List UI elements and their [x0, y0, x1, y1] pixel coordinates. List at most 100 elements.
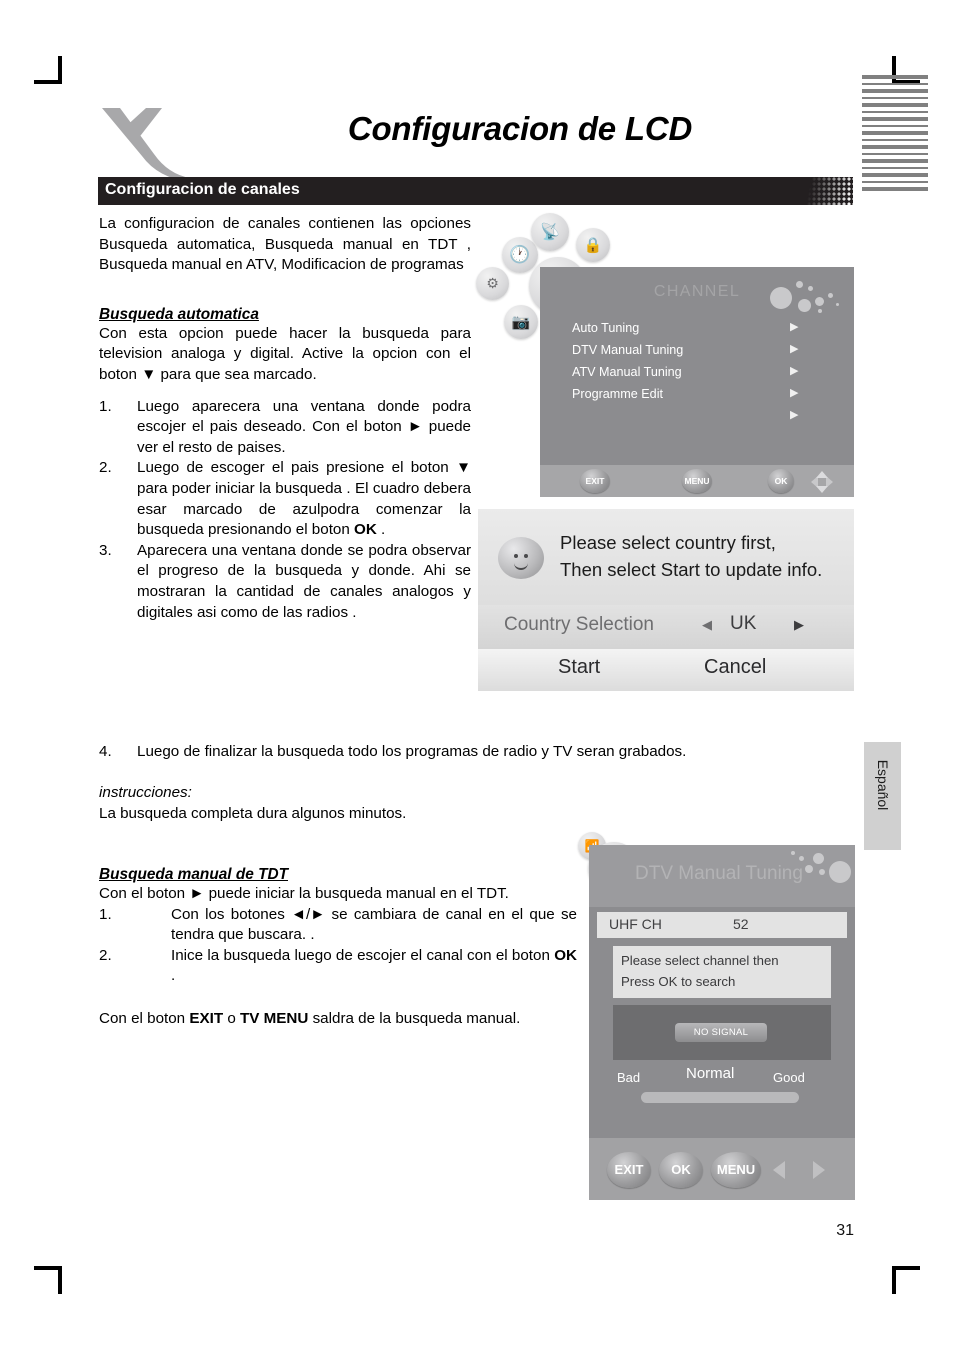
list-item-text: Con los botones ◄/► se cambiara de canal…	[171, 905, 577, 944]
manual-search-heading: Busqueda manual de TDT	[99, 866, 288, 883]
menu-item-label: Auto Tuning	[572, 321, 640, 335]
dialog-message-line1: Please select country first,	[560, 532, 776, 553]
osd-dtv-footer: EXIT OK MENU	[589, 1138, 855, 1200]
channel-value: 52	[733, 916, 749, 932]
menu-item-programme-edit[interactable]: Programme Edit ▶	[572, 386, 822, 408]
osd-menu-list: Auto Tuning ▶ DTV Manual Tuning ▶ ATV Ma…	[572, 320, 822, 430]
hint-line2: Press OK to search	[621, 974, 736, 989]
dialog-message-area: Please select country first, Then select…	[478, 509, 854, 605]
list-item-bold: OK	[354, 521, 377, 539]
quality-good-label: Good	[773, 1070, 805, 1085]
list-item-number: 1.	[99, 397, 112, 415]
cancel-button[interactable]: Cancel	[704, 656, 766, 679]
osd-footer-bar: EXIT MENU OK	[540, 462, 854, 497]
language-side-tab-label: Español	[875, 759, 891, 811]
signal-quality-labels: Bad Normal Good	[613, 1065, 831, 1089]
auto-search-body: Con esta opcion puede hacer la busqueda …	[99, 324, 471, 383]
dialog-message-line2: Then select Start to update info.	[560, 559, 823, 580]
menu-item-blank[interactable]: ▶	[572, 408, 822, 430]
exit-note-part1: Con el boton	[99, 1009, 190, 1027]
manual-search-block: Busqueda manual de TDT Con el boton ► pu…	[99, 866, 577, 1030]
ok-button[interactable]: OK	[659, 1152, 703, 1188]
chevron-right-icon: ▶	[790, 343, 799, 355]
osd-country-dialog: Please select country first, Then select…	[478, 509, 854, 691]
osd-title: CHANNEL	[653, 283, 741, 300]
list-item: 3. Aparecera una ventana donde se podra …	[99, 541, 471, 623]
ok-button[interactable]: OK	[768, 469, 794, 493]
list-item-text: Luego aparecera una ventana donde podra …	[137, 397, 471, 456]
start-button[interactable]: Start	[558, 656, 600, 679]
lock-icon: 🔒	[576, 228, 610, 262]
crop-mark-top-left	[34, 56, 62, 84]
list-item-text: Luego de finalizar la busqueda todo los …	[137, 743, 687, 760]
crop-mark-bottom-right	[892, 1266, 920, 1294]
auto-search-step-4: 4. Luego de finalizar la busqueda todo l…	[99, 742, 854, 763]
instructions-text: La busqueda completa dura algunos minuto…	[99, 804, 407, 822]
hint-box: Please select channel then Press OK to s…	[613, 946, 831, 998]
channel-row[interactable]: UHF CH 52	[597, 912, 847, 938]
chevron-right-icon: ▶	[790, 321, 799, 333]
antenna-icon: 📡	[531, 213, 569, 251]
exit-note-part2: o	[223, 1009, 241, 1027]
preview-screen: NO SIGNAL	[613, 1005, 831, 1060]
section-heading-bar: Configuracion de canales	[98, 177, 853, 205]
intro-paragraph: La configuracion de canales contienen la…	[99, 215, 471, 274]
auto-search-steps: 1. Luego aparecera una ventana donde pod…	[99, 397, 471, 624]
instructions-label: instrucciones:	[99, 784, 192, 801]
country-selection-value: UK	[730, 613, 757, 634]
list-item-number: 4.	[99, 743, 112, 760]
menu-item-dtv-manual-tuning[interactable]: DTV Manual Tuning ▶	[572, 342, 822, 364]
language-side-tab: Español	[864, 742, 901, 850]
list-item: 2. Luego de escoger el pais presione el …	[99, 458, 471, 540]
arrow-right-icon[interactable]: ▶	[794, 617, 804, 633]
list-item-bold: OK	[554, 946, 577, 964]
crop-mark-bottom-left	[34, 1266, 62, 1294]
dialog-button-row: Start Cancel	[478, 649, 854, 691]
exit-button[interactable]: EXIT	[607, 1152, 651, 1188]
osd-dtv-manual-tuning: DTV Manual Tuning UHF CH 52 Please selec…	[589, 845, 855, 1200]
exit-note: Con el boton EXIT o TV MENU saldra de la…	[99, 1009, 577, 1030]
menu-button[interactable]: MENU	[711, 1152, 761, 1188]
bubble-decoration	[785, 849, 855, 885]
menu-item-auto-tuning[interactable]: Auto Tuning ▶	[572, 320, 822, 342]
menu-item-label: ATV Manual Tuning	[572, 365, 682, 379]
body-text-column: La configuracion de canales contienen la…	[99, 214, 471, 623]
section-heading-label: Configuracion de canales	[105, 181, 300, 198]
list-item-text: Luego de escoger el pais presione el bot…	[137, 459, 471, 539]
menu-button[interactable]: MENU	[682, 469, 712, 493]
no-signal-badge: NO SIGNAL	[675, 1023, 767, 1042]
list-item-text: Inice la busqueda luego de escojer el ca…	[171, 946, 555, 964]
halftone-decoration	[807, 177, 853, 205]
clock-icon: 🕐	[502, 237, 538, 273]
quality-bad-label: Bad	[617, 1070, 641, 1085]
lr-arrows-icon	[773, 1161, 825, 1179]
print-calibration-strip	[862, 75, 928, 195]
list-item-number: 3.	[99, 541, 112, 559]
country-selection-label: Country Selection	[504, 614, 654, 635]
country-selection-row[interactable]: Country Selection ◀ UK ▶	[478, 605, 854, 649]
exit-note-part3: saldra de la busqueda manual.	[308, 1009, 521, 1027]
osd-dtv-header: DTV Manual Tuning	[589, 845, 855, 907]
signal-quality-bar	[641, 1092, 799, 1103]
manual-search-body: Con el boton ► puede iniciar la busqueda…	[99, 885, 509, 902]
dialog-message: Please select country first, Then select…	[560, 529, 850, 583]
list-item-text-tail: .	[171, 967, 176, 985]
list-item: 1. Luego aparecera una ventana donde pod…	[99, 397, 471, 459]
page-number: 31	[836, 1222, 854, 1239]
x-logo	[102, 108, 190, 182]
quality-normal-label: Normal	[686, 1065, 735, 1082]
instructions-note: instrucciones: La busqueda completa dura…	[99, 783, 854, 824]
menu-item-label: DTV Manual Tuning	[572, 343, 684, 357]
menu-item-atv-manual-tuning[interactable]: ATV Manual Tuning ▶	[572, 364, 822, 386]
list-item: 4. Luego de finalizar la busqueda todo l…	[99, 742, 854, 763]
manual-search-steps: 1. Con los botones ◄/► se cambiara de ca…	[99, 905, 577, 987]
exit-button[interactable]: EXIT	[580, 469, 610, 493]
list-item-number: 2.	[99, 459, 112, 477]
list-item-text: Aparecera una ventana donde se podra obs…	[137, 541, 471, 621]
list-item: 1. Con los botones ◄/► se cambiara de ca…	[99, 905, 577, 946]
list-item: 2. Inice la busqueda luego de escojer el…	[99, 946, 577, 987]
dpad-arrows-icon	[811, 471, 833, 493]
chevron-right-icon: ▶	[790, 409, 799, 421]
chevron-right-icon: ▶	[790, 365, 799, 377]
arrow-left-icon[interactable]: ◀	[702, 617, 712, 633]
